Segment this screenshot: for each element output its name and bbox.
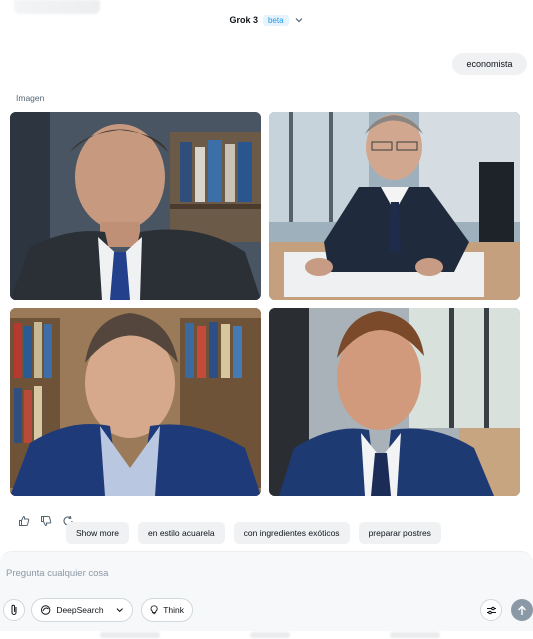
suggestion-desserts[interactable]: preparar postres xyxy=(358,522,441,544)
suggestion-watercolor[interactable]: en estilo acuarela xyxy=(138,522,225,544)
generated-image-1[interactable] xyxy=(10,112,261,300)
deepsearch-icon xyxy=(40,605,51,615)
sliders-icon xyxy=(486,606,496,614)
response-section-label: Imagen xyxy=(16,93,45,103)
prompt-input[interactable]: Pregunta cualquier cosa xyxy=(6,568,108,579)
settings-button[interactable] xyxy=(480,599,502,621)
deepsearch-label: DeepSearch xyxy=(56,605,104,615)
suggestion-show-more[interactable]: Show more xyxy=(66,522,129,544)
paperclip-icon xyxy=(11,604,17,615)
blurred-element xyxy=(100,632,160,638)
attach-button[interactable] xyxy=(3,599,25,621)
chevron-down-icon xyxy=(116,608,123,613)
suggestion-exotic-ingredients[interactable]: con ingredientes exóticos xyxy=(233,522,350,544)
generated-image-3[interactable] xyxy=(10,308,261,496)
think-label: Think xyxy=(163,605,184,615)
suggestion-chips: Show more en estilo acuarela con ingredi… xyxy=(66,522,441,544)
deepsearch-button[interactable]: DeepSearch xyxy=(31,598,133,622)
blurred-element xyxy=(390,632,440,638)
generated-image-4[interactable] xyxy=(269,308,520,496)
arrow-up-icon xyxy=(518,605,526,615)
thumbs-up-icon[interactable] xyxy=(18,515,30,527)
lightbulb-icon xyxy=(150,605,158,615)
chevron-down-icon xyxy=(295,18,302,23)
generated-image-2[interactable] xyxy=(269,112,520,300)
model-name: Grok 3 xyxy=(229,15,258,25)
blurred-element xyxy=(250,632,290,638)
composer: Pregunta cualquier cosa DeepSearch Think xyxy=(0,551,533,631)
think-button[interactable]: Think xyxy=(141,598,193,622)
beta-badge: beta xyxy=(262,14,289,26)
user-message-bubble: economista xyxy=(452,53,527,75)
thumbs-down-icon[interactable] xyxy=(40,515,52,527)
model-selector[interactable]: Grok 3 beta xyxy=(0,12,533,28)
send-button[interactable] xyxy=(511,599,533,621)
